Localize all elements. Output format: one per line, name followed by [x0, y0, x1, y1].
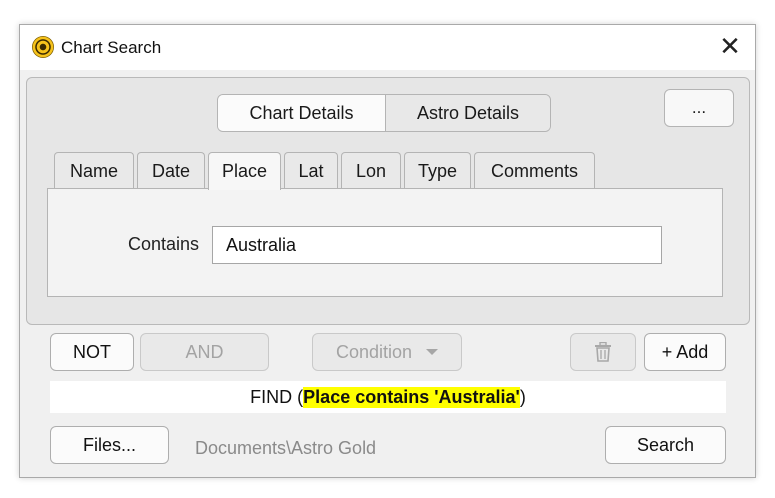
- find-query-display: FIND (Place contains 'Australia'): [50, 381, 726, 413]
- find-suffix: ): [519, 386, 526, 407]
- details-segmented-control: Chart Details Astro Details: [217, 94, 551, 132]
- tab-lat[interactable]: Lat: [284, 152, 338, 189]
- add-button[interactable]: + Add: [644, 333, 726, 371]
- tab-comments[interactable]: Comments: [474, 152, 595, 189]
- tab-lon[interactable]: Lon: [341, 152, 401, 189]
- segment-astro-details[interactable]: Astro Details: [386, 95, 550, 131]
- contains-label: Contains: [128, 234, 200, 254]
- astro-gold-icon: [32, 36, 54, 58]
- close-button[interactable]: ✕: [716, 34, 744, 61]
- and-button[interactable]: AND: [140, 333, 269, 371]
- trash-icon: [595, 342, 611, 362]
- condition-label: Condition: [335, 341, 413, 362]
- place-tab-content: Contains: [47, 188, 723, 297]
- chevron-down-icon: [426, 349, 439, 355]
- window-title: Chart Search: [61, 38, 162, 57]
- more-options-button[interactable]: ...: [664, 89, 734, 127]
- condition-dropdown[interactable]: Condition: [312, 333, 462, 371]
- not-button[interactable]: NOT: [50, 333, 134, 371]
- tab-date[interactable]: Date: [137, 152, 205, 189]
- search-button[interactable]: Search: [605, 426, 726, 464]
- contains-input[interactable]: [212, 226, 662, 264]
- chart-search-dialog: Chart Search ✕ Chart Details Astro Detai…: [19, 24, 756, 478]
- files-path: Documents\Astro Gold: [195, 438, 377, 458]
- tab-place[interactable]: Place: [208, 152, 281, 190]
- find-highlight: Place contains 'Australia': [303, 386, 520, 408]
- search-criteria-panel: Chart Details Astro Details ... Name Dat…: [26, 77, 750, 325]
- title-bar: Chart Search ✕: [20, 25, 755, 70]
- delete-button[interactable]: [570, 333, 636, 371]
- find-prefix: FIND (: [250, 386, 304, 407]
- segment-chart-details[interactable]: Chart Details: [218, 95, 386, 131]
- tab-name[interactable]: Name: [54, 152, 134, 189]
- files-button[interactable]: Files...: [50, 426, 169, 464]
- tab-type[interactable]: Type: [404, 152, 471, 189]
